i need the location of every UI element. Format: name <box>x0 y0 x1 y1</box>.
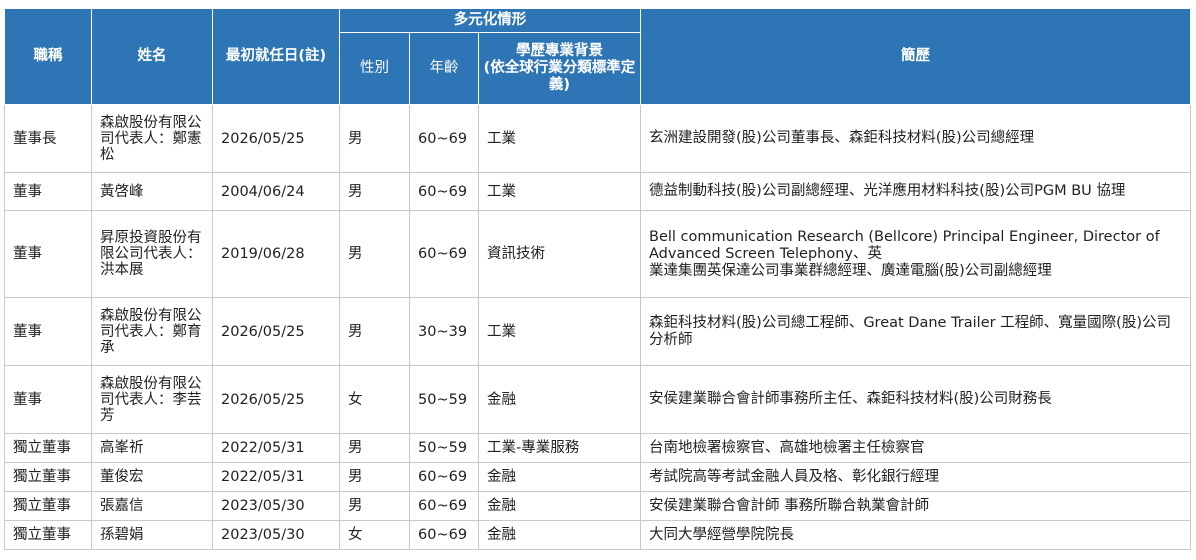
table-row: 董事 森啟股份有限公司代表人：鄭育承 2026/05/25 男 30~39 工業… <box>4 297 1191 366</box>
cell-title: 獨立董事 <box>4 491 92 521</box>
cell-age: 60~69 <box>409 462 479 492</box>
cell-title: 董事 <box>4 365 92 434</box>
cell-resume: 德益制動科技(股)公司副總經理、光洋應用材料科技(股)公司PGM BU 協理 <box>640 172 1191 211</box>
cell-education: 金融 <box>478 520 641 550</box>
table-row: 獨立董事 張嘉信 2023/05/30 男 60~69 金融 安侯建業聯合會計師… <box>4 491 1191 521</box>
table-row: 董事長 森啟股份有限公司代表人：鄭憲松 2026/05/25 男 60~69 工… <box>4 104 1191 173</box>
table-row: 董事 昇原投資股份有限公司代表人：洪本展 2019/06/28 男 60~69 … <box>4 210 1191 298</box>
cell-name: 森啟股份有限公司代表人：鄭憲松 <box>91 104 213 173</box>
cell-start-date: 2026/05/25 <box>212 104 340 173</box>
cell-start-date: 2026/05/25 <box>212 365 340 434</box>
cell-name: 高峯祈 <box>91 433 213 463</box>
cell-title: 董事 <box>4 172 92 211</box>
cell-name: 昇原投資股份有限公司代表人：洪本展 <box>91 210 213 298</box>
header-start-date: 最初就任日(註) <box>212 8 340 105</box>
cell-gender: 男 <box>339 104 410 173</box>
cell-age: 60~69 <box>409 520 479 550</box>
cell-name: 孫碧娟 <box>91 520 213 550</box>
cell-gender: 男 <box>339 462 410 492</box>
cell-resume: 大同大學經營學院院長 <box>640 520 1191 550</box>
cell-title: 獨立董事 <box>4 462 92 492</box>
cell-education: 工業 <box>478 297 641 366</box>
board-table-container: 職稱 姓名 最初就任日(註) 多元化情形 簡歷 性別 年齡 學歷專業背景 (依全… <box>4 8 1191 550</box>
table-body: 董事長 森啟股份有限公司代表人：鄭憲松 2026/05/25 男 60~69 工… <box>4 104 1191 550</box>
cell-gender: 女 <box>339 365 410 434</box>
table-row: 董事 黃啓峰 2004/06/24 男 60~69 工業 德益制動科技(股)公司… <box>4 172 1191 211</box>
cell-gender: 男 <box>339 433 410 463</box>
cell-education: 工業 <box>478 104 641 173</box>
cell-resume: 森鉅科技材料(股)公司總工程師、Great Dane Trailer 工程師、寬… <box>640 297 1191 366</box>
header-name: 姓名 <box>91 8 213 105</box>
cell-name: 董俊宏 <box>91 462 213 492</box>
cell-gender: 男 <box>339 210 410 298</box>
cell-education: 金融 <box>478 491 641 521</box>
header-education: 學歷專業背景 (依全球行業分類標準定義) <box>478 32 641 105</box>
header-age: 年齡 <box>409 32 479 105</box>
cell-start-date: 2022/05/31 <box>212 433 340 463</box>
cell-title: 獨立董事 <box>4 433 92 463</box>
cell-resume: 安侯建業聯合會計師事務所主任、森鉅科技材料(股)公司財務長 <box>640 365 1191 434</box>
cell-name: 黃啓峰 <box>91 172 213 211</box>
header-resume: 簡歷 <box>640 8 1191 105</box>
cell-start-date: 2026/05/25 <box>212 297 340 366</box>
cell-title: 獨立董事 <box>4 520 92 550</box>
cell-gender: 女 <box>339 520 410 550</box>
cell-name: 張嘉信 <box>91 491 213 521</box>
cell-resume: 安侯建業聯合會計師 事務所聯合執業會計師 <box>640 491 1191 521</box>
cell-age: 60~69 <box>409 210 479 298</box>
cell-start-date: 2019/06/28 <box>212 210 340 298</box>
cell-education: 工業-專業服務 <box>478 433 641 463</box>
cell-start-date: 2023/05/30 <box>212 520 340 550</box>
cell-age: 60~69 <box>409 104 479 173</box>
cell-resume: Bell communication Research (Bellcore) P… <box>640 210 1191 298</box>
header-gender: 性別 <box>339 32 410 105</box>
cell-resume: 考試院高等考試金融人員及格、彰化銀行經理 <box>640 462 1191 492</box>
cell-age: 30~39 <box>409 297 479 366</box>
table-row: 獨立董事 董俊宏 2022/05/31 男 60~69 金融 考試院高等考試金融… <box>4 462 1191 492</box>
cell-start-date: 2022/05/31 <box>212 462 340 492</box>
cell-title: 董事長 <box>4 104 92 173</box>
cell-start-date: 2004/06/24 <box>212 172 340 211</box>
cell-gender: 男 <box>339 297 410 366</box>
cell-education: 金融 <box>478 365 641 434</box>
header-diversity: 多元化情形 <box>339 8 641 33</box>
table-row: 獨立董事 孫碧娟 2023/05/30 女 60~69 金融 大同大學經營學院院… <box>4 520 1191 550</box>
table-row: 獨立董事 高峯祈 2022/05/31 男 50~59 工業-專業服務 台南地檢… <box>4 433 1191 463</box>
cell-age: 50~59 <box>409 433 479 463</box>
cell-education: 工業 <box>478 172 641 211</box>
cell-title: 董事 <box>4 297 92 366</box>
cell-resume: 玄洲建設開發(股)公司董事長、森鉅科技材料(股)公司總經理 <box>640 104 1191 173</box>
cell-age: 50~59 <box>409 365 479 434</box>
cell-start-date: 2023/05/30 <box>212 491 340 521</box>
cell-title: 董事 <box>4 210 92 298</box>
header-title: 職稱 <box>4 8 92 105</box>
table-row: 董事 森啟股份有限公司代表人：李芸芳 2026/05/25 女 50~59 金融… <box>4 365 1191 434</box>
cell-name: 森啟股份有限公司代表人：李芸芳 <box>91 365 213 434</box>
cell-name: 森啟股份有限公司代表人：鄭育承 <box>91 297 213 366</box>
board-diversity-table: 職稱 姓名 最初就任日(註) 多元化情形 簡歷 性別 年齡 學歷專業背景 (依全… <box>4 8 1191 550</box>
cell-gender: 男 <box>339 491 410 521</box>
cell-education: 資訊技術 <box>478 210 641 298</box>
cell-age: 60~69 <box>409 491 479 521</box>
cell-gender: 男 <box>339 172 410 211</box>
cell-education: 金融 <box>478 462 641 492</box>
cell-resume: 台南地檢署檢察官、高雄地檢署主任檢察官 <box>640 433 1191 463</box>
cell-age: 60~69 <box>409 172 479 211</box>
